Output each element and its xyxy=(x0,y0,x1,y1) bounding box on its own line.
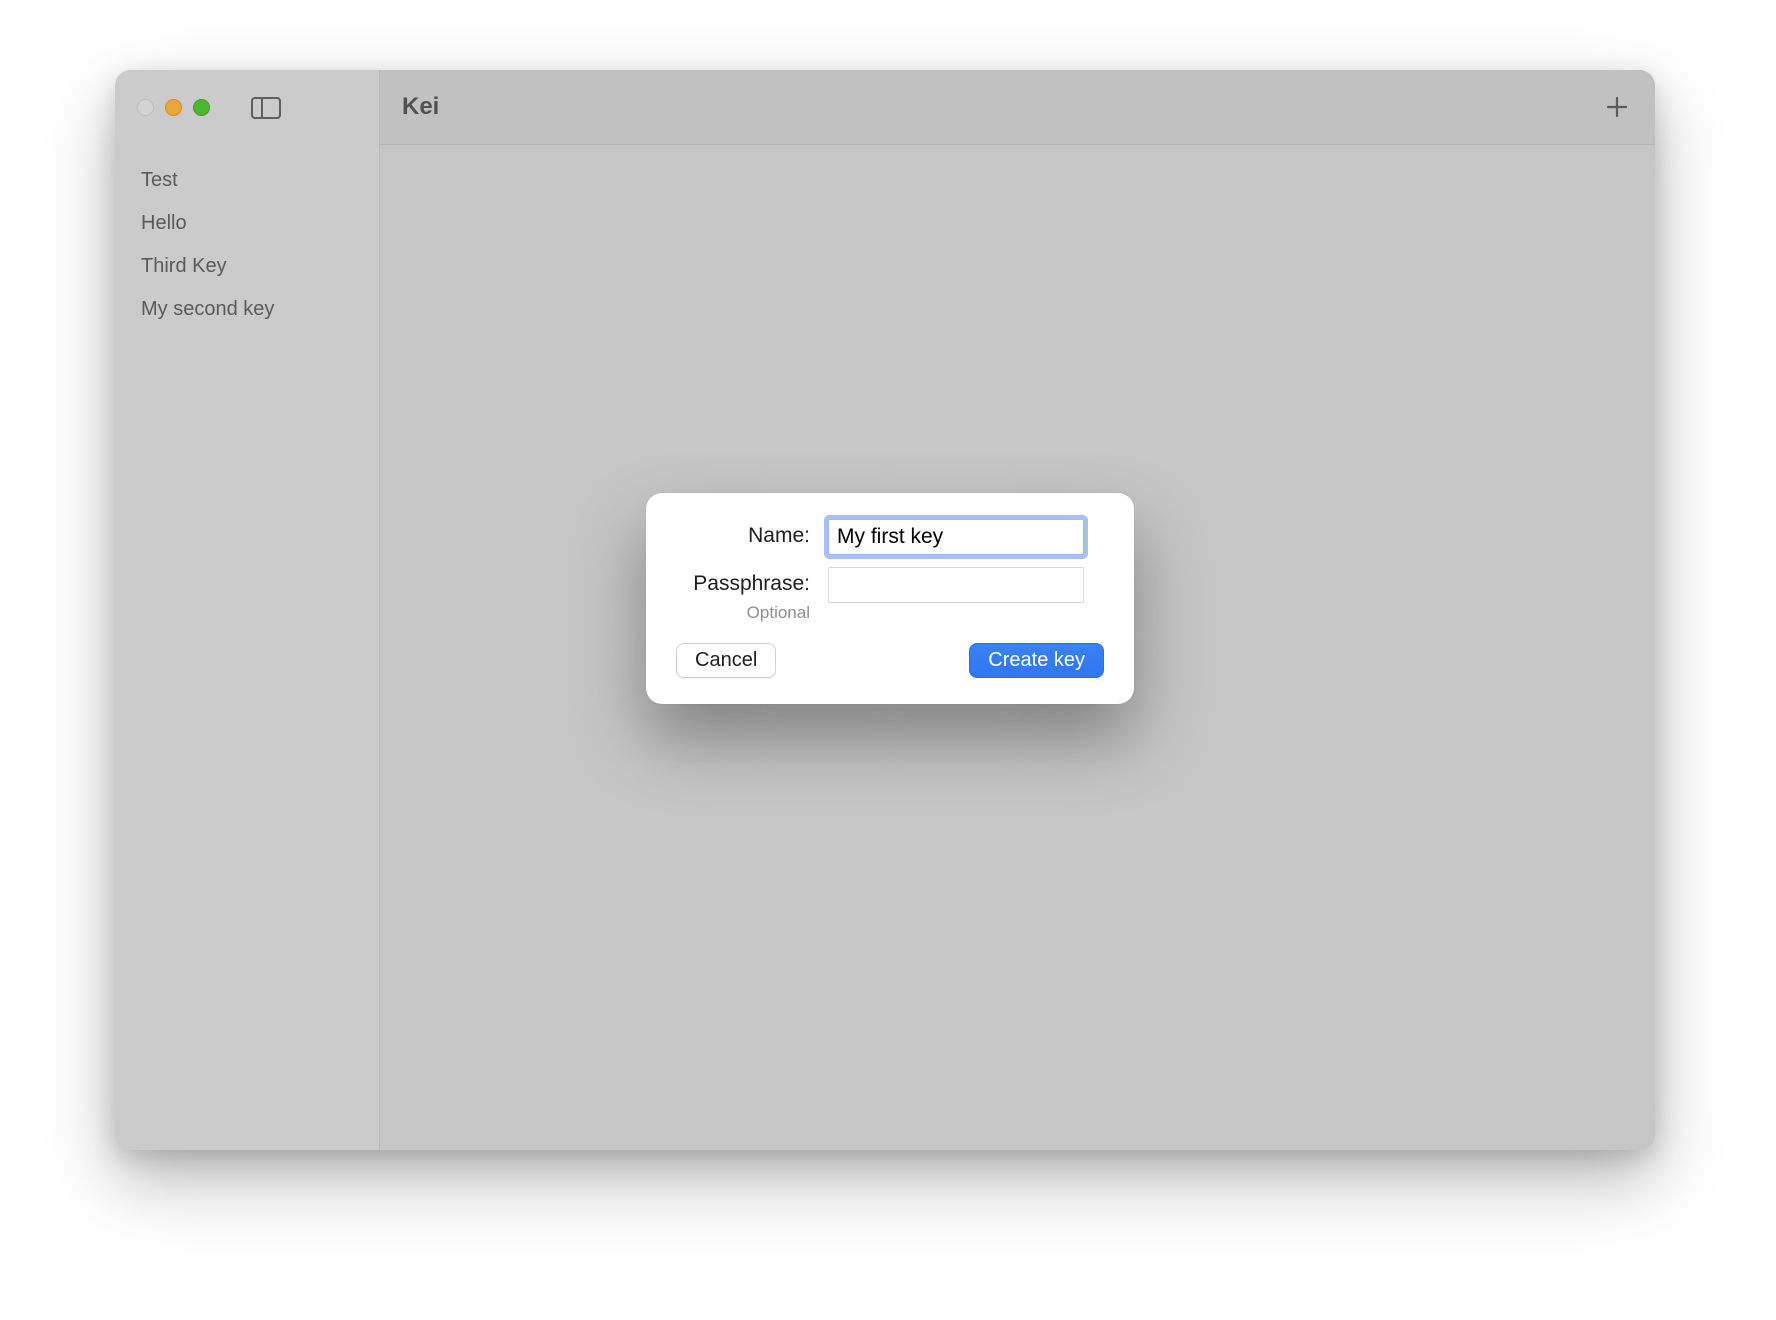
sidebar-item-label: Test xyxy=(141,169,178,191)
add-button[interactable] xyxy=(1605,95,1629,119)
sidebar-toggle-button[interactable] xyxy=(251,97,281,119)
cancel-button[interactable]: Cancel xyxy=(676,643,776,678)
sidebar-item[interactable]: Hello xyxy=(135,202,369,245)
sidebar-item[interactable]: My second key xyxy=(135,288,369,331)
name-label: Name: xyxy=(748,524,810,547)
sidebar-item-label: My second key xyxy=(141,298,274,320)
sidebar-list: Test Hello Third Key My second key xyxy=(115,145,379,331)
sidebar-item-label: Third Key xyxy=(141,255,227,277)
window-title: Kei xyxy=(402,93,439,121)
sidebar: Test Hello Third Key My second key xyxy=(115,70,380,1150)
window-close-button[interactable] xyxy=(137,99,154,116)
window-minimize-button[interactable] xyxy=(165,99,182,116)
sidebar-icon xyxy=(251,97,281,119)
sidebar-item[interactable]: Test xyxy=(135,159,369,202)
sidebar-item[interactable]: Third Key xyxy=(135,245,369,288)
passphrase-input[interactable] xyxy=(828,567,1084,603)
titlebar xyxy=(115,70,379,145)
sidebar-item-label: Hello xyxy=(141,212,187,234)
passphrase-label: Passphrase: xyxy=(693,572,810,595)
create-key-button[interactable]: Create key xyxy=(969,643,1104,678)
passphrase-hint: Optional xyxy=(676,603,810,623)
name-input[interactable] xyxy=(828,519,1084,555)
window-zoom-button[interactable] xyxy=(193,99,210,116)
plus-icon xyxy=(1605,95,1629,119)
toolbar: Kei xyxy=(380,70,1655,145)
create-key-dialog: Name: Passphrase: Optional Cancel Create… xyxy=(646,493,1134,704)
